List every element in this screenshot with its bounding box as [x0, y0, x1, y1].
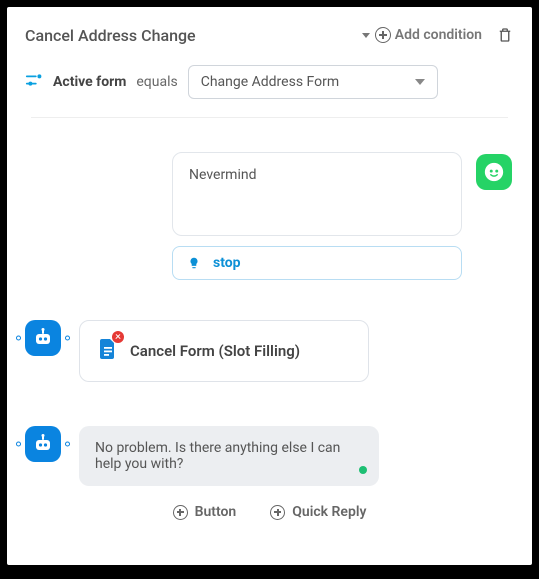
bot-action-card[interactable]: Cancel Form (Slot Filling) [79, 320, 369, 382]
condition-icon [25, 72, 43, 92]
delete-button[interactable] [496, 25, 514, 45]
condition-value-text: Change Address Form [201, 74, 339, 90]
bot-reply-bubble[interactable]: No problem. Is there anything else I can… [79, 426, 379, 486]
bot-avatar[interactable] [25, 426, 61, 462]
user-bot-face-icon [483, 161, 505, 183]
footer-actions: Button Quick Reply [25, 504, 514, 520]
plus-circle-icon [173, 505, 188, 520]
user-messages: Nevermind stop [172, 152, 462, 280]
user-avatar [476, 154, 512, 190]
add-condition-label: Add condition [395, 27, 482, 43]
header-actions: Add condition [362, 25, 514, 45]
cancel-badge-icon [112, 331, 124, 343]
panel-title: Cancel Address Change [25, 26, 196, 45]
add-button-label: Button [195, 504, 237, 520]
add-quick-reply-label: Quick Reply [292, 504, 366, 520]
caret-down-icon [362, 33, 370, 38]
intent-pill[interactable]: stop [172, 246, 462, 280]
user-message-bubble[interactable]: Nevermind [172, 152, 462, 236]
user-message-text: Nevermind [189, 167, 257, 183]
user-turn: Nevermind stop [25, 152, 514, 280]
chevron-down-icon [415, 79, 425, 85]
bot-icon [31, 432, 55, 456]
bot-icon [31, 326, 55, 350]
condition-operator: equals [136, 74, 177, 90]
add-quick-reply-action[interactable]: Quick Reply [270, 504, 366, 520]
bot-action-label: Cancel Form (Slot Filling) [130, 342, 300, 360]
add-button-action[interactable]: Button [173, 504, 237, 520]
bot-avatar[interactable] [25, 320, 61, 356]
trash-icon [496, 25, 514, 45]
panel-header: Cancel Address Change Add condition [25, 25, 514, 45]
bot-reply-row: No problem. Is there anything else I can… [25, 426, 514, 486]
connector-right[interactable] [65, 442, 70, 447]
connector-left[interactable] [16, 442, 21, 447]
lightbulb-icon [187, 256, 201, 270]
document-icon [98, 337, 118, 365]
status-indicator [359, 466, 367, 474]
story-panel: Cancel Address Change Add condition Acti… [7, 7, 532, 565]
intent-label: stop [213, 255, 241, 271]
condition-value-select[interactable]: Change Address Form [188, 65, 438, 99]
condition-row: Active form equals Change Address Form [25, 65, 514, 99]
bot-action-row: Cancel Form (Slot Filling) [25, 320, 514, 382]
add-condition-button[interactable]: Add condition [362, 27, 482, 43]
condition-field-label: Active form [53, 74, 126, 90]
connector-left[interactable] [16, 336, 21, 341]
bot-reply-text: No problem. Is there anything else I can… [95, 440, 340, 472]
plus-circle-icon [375, 27, 391, 43]
divider [31, 117, 508, 118]
connector-right[interactable] [65, 336, 70, 341]
plus-circle-icon [270, 505, 285, 520]
